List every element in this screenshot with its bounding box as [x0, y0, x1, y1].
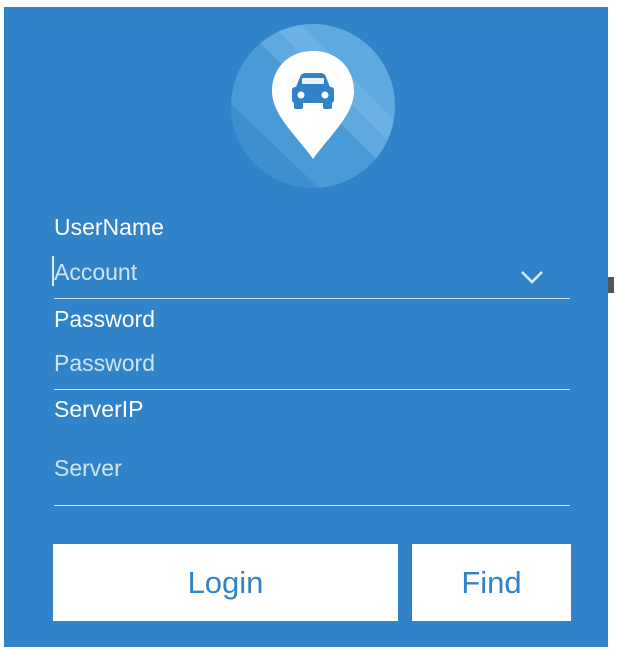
- password-input[interactable]: [54, 345, 570, 381]
- username-label: UserName: [54, 214, 164, 240]
- username-underline: [54, 298, 570, 299]
- login-button[interactable]: Login: [53, 544, 398, 621]
- password-underline: [54, 389, 570, 390]
- password-label: Password: [54, 306, 155, 332]
- serverip-label: ServerIP: [54, 396, 144, 422]
- server-underline: [54, 505, 570, 506]
- app-logo: [230, 23, 396, 189]
- car-location-pin-icon: [231, 24, 395, 188]
- chevron-down-icon[interactable]: [520, 269, 544, 285]
- find-button[interactable]: Find: [412, 544, 571, 621]
- login-panel: UserName Password ServerIP Login Find: [4, 7, 608, 647]
- edge-marker: [608, 277, 614, 293]
- server-input[interactable]: [54, 450, 570, 486]
- username-input[interactable]: [54, 254, 570, 290]
